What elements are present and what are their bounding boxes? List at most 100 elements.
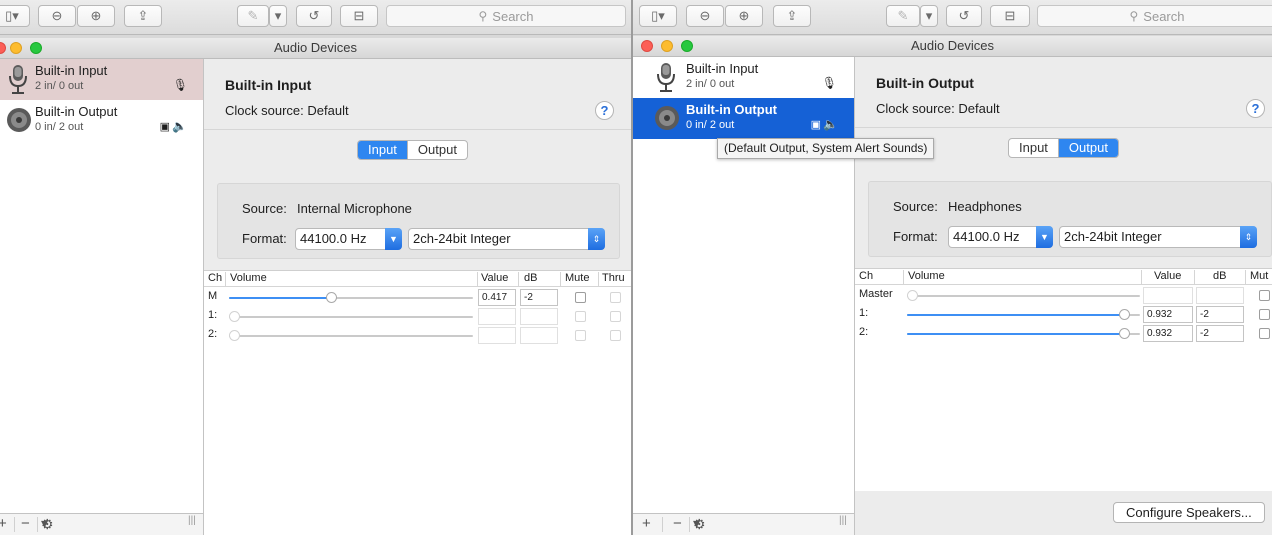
close-window-button[interactable] <box>641 40 653 52</box>
minimize-window-button[interactable] <box>661 40 673 52</box>
source-format-box: Source: Internal Microphone Format: 4410… <box>217 183 620 259</box>
share-button[interactable]: ⇪ <box>124 5 162 27</box>
db-field[interactable]: -2 <box>1196 325 1244 342</box>
value-field[interactable]: 0.932 <box>1143 306 1193 323</box>
resize-handle-icon[interactable]: ||| <box>188 515 196 526</box>
toolbox-button[interactable]: ⊟ <box>340 5 378 27</box>
db-field[interactable]: -2 <box>520 289 558 306</box>
share-button[interactable]: ⇪ <box>773 5 811 27</box>
input-output-tabs: Input Output <box>357 140 468 160</box>
zoom-out-button[interactable]: ⊖ <box>38 5 76 27</box>
bit-format-select[interactable]: 2ch-24bit Integer ⇕ <box>408 228 605 250</box>
format-label: Format: <box>242 231 287 246</box>
configure-speakers-button[interactable]: Configure Speakers... <box>1113 502 1265 523</box>
value-field[interactable] <box>478 327 516 344</box>
db-field[interactable] <box>520 327 558 344</box>
tab-input[interactable]: Input <box>1009 139 1058 157</box>
slider-knob[interactable] <box>325 292 337 303</box>
sidebar-toggle-button[interactable]: ▯▾ <box>0 5 30 27</box>
zoom-window-button[interactable] <box>681 40 693 52</box>
device-item-built-in-input[interactable]: Built-in Input 2 in/ 0 out 🎙 <box>0 59 203 100</box>
sidebar-toggle-button[interactable]: ▯▾ <box>639 5 677 27</box>
volume-slider[interactable] <box>907 309 1140 320</box>
value-field[interactable] <box>478 308 516 325</box>
tab-output[interactable]: Output <box>1057 139 1118 157</box>
thru-checkbox[interactable] <box>610 292 621 303</box>
volume-slider[interactable] <box>229 292 473 303</box>
remove-device-button[interactable]: − <box>21 515 30 532</box>
slider-knob[interactable] <box>229 330 240 341</box>
markup-menu-button[interactable]: ▾ <box>920 5 938 27</box>
help-button[interactable]: ? <box>1246 99 1265 118</box>
device-io: 0 in/ 2 out <box>35 121 84 133</box>
markup-pen-button[interactable]: ✎ <box>886 5 920 27</box>
row-channel: 2: <box>208 328 218 340</box>
gear-icon[interactable]: ⚙ ▾ <box>693 515 706 532</box>
volume-slider[interactable] <box>907 328 1140 339</box>
remove-device-button[interactable]: − <box>673 515 682 532</box>
clock-source-value[interactable]: Default <box>307 103 348 118</box>
sample-rate-select[interactable]: 44100.0 Hz ▼ <box>948 226 1053 248</box>
slider-knob[interactable] <box>1119 309 1131 320</box>
tab-input[interactable]: Input <box>358 141 407 159</box>
zoom-out-button[interactable]: ⊖ <box>686 5 724 27</box>
zoom-in-button[interactable]: ⊕ <box>725 5 763 27</box>
device-item-built-in-input[interactable]: Built-in Input 2 in/ 0 out 🎙 <box>633 57 854 98</box>
clock-source-value[interactable]: Default <box>958 101 999 116</box>
thru-checkbox[interactable] <box>610 330 621 341</box>
db-field[interactable]: -2 <box>1196 306 1244 323</box>
toolbox-button[interactable]: ⊟ <box>990 5 1030 27</box>
clock-source: Clock source: Default <box>876 101 1000 116</box>
volume-slider[interactable] <box>907 290 1140 301</box>
thru-checkbox[interactable] <box>610 311 621 322</box>
device-detail: Built-in Input Clock source: Default ? I… <box>204 59 631 535</box>
device-list: Built-in Input 2 in/ 0 out 🎙 Built-in Ou… <box>0 59 204 535</box>
db-field[interactable] <box>1196 287 1244 304</box>
value-field[interactable] <box>1143 287 1193 304</box>
mute-checkbox[interactable] <box>575 311 586 322</box>
minimize-window-button[interactable] <box>10 42 22 54</box>
value-field[interactable]: 0.932 <box>1143 325 1193 342</box>
gear-icon[interactable]: ⚙ ▾ <box>41 515 54 532</box>
preview-toolbar: ▯▾ ⊖ ⊕ ⇪ ✎ ▾ ↺ ⊟ ⚲ Search <box>633 0 1272 35</box>
search-icon: ⚲ <box>1129 9 1139 23</box>
device-item-built-in-output[interactable]: Built-in Output 0 in/ 2 out ▣ 🔈 <box>0 100 203 141</box>
markup-pen-button[interactable]: ✎ <box>237 5 269 27</box>
speaker-icon <box>655 106 679 130</box>
markup-menu-button[interactable]: ▾ <box>269 5 287 27</box>
device-item-built-in-output[interactable]: Built-in Output 0 in/ 2 out ▣ 🔈 <box>633 98 854 139</box>
help-button[interactable]: ? <box>595 101 614 120</box>
mute-checkbox[interactable] <box>1259 290 1270 301</box>
slider-knob[interactable] <box>229 311 240 322</box>
rotate-button[interactable]: ↺ <box>946 5 982 27</box>
preview-toolbar: ▯▾ ⊖ ⊕ ⇪ ✎ ▾ ↺ ⊟ ⚲ Search <box>0 0 631 35</box>
search-field[interactable]: ⚲ Search <box>386 5 626 27</box>
sample-rate-select[interactable]: 44100.0 Hz ▼ <box>295 228 402 250</box>
db-field[interactable] <box>520 308 558 325</box>
mute-checkbox[interactable] <box>1259 309 1270 320</box>
mute-checkbox[interactable] <box>575 330 586 341</box>
device-name: Built-in Output <box>35 104 118 119</box>
slider-knob[interactable] <box>1119 328 1131 339</box>
add-device-button[interactable]: + <box>642 515 651 532</box>
volume-slider[interactable] <box>229 311 473 322</box>
device-io: 2 in/ 0 out <box>686 78 735 90</box>
search-field[interactable]: ⚲ Search <box>1037 5 1272 27</box>
zoom-window-button[interactable] <box>30 42 42 54</box>
resize-handle-icon[interactable]: ||| <box>839 515 847 526</box>
add-device-button[interactable]: + <box>0 515 7 532</box>
default-output-badge-icon: 🔈 <box>172 119 187 133</box>
close-window-button[interactable] <box>0 42 6 54</box>
bit-format-select[interactable]: 2ch-24bit Integer ⇕ <box>1059 226 1257 248</box>
rotate-button[interactable]: ↺ <box>296 5 332 27</box>
volume-slider[interactable] <box>229 330 473 341</box>
value-field[interactable]: 0.417 <box>478 289 516 306</box>
slider-knob[interactable] <box>907 290 918 301</box>
sample-rate-value: 44100.0 Hz <box>953 229 1020 244</box>
mute-checkbox[interactable] <box>575 292 586 303</box>
col-ch: Ch <box>208 272 223 284</box>
tab-output[interactable]: Output <box>406 141 467 159</box>
row-channel: M <box>208 290 218 302</box>
zoom-in-button[interactable]: ⊕ <box>77 5 115 27</box>
mute-checkbox[interactable] <box>1259 328 1270 339</box>
